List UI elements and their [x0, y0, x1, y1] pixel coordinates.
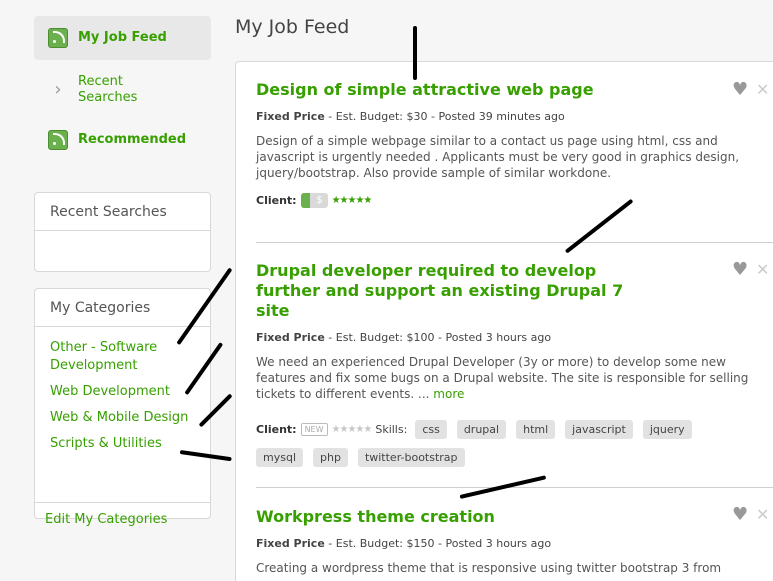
- nav-item-label: Recommended: [78, 132, 187, 147]
- rss-icon: [48, 28, 68, 48]
- close-icon[interactable]: ✕: [756, 82, 769, 98]
- skill-tag[interactable]: mysql: [256, 448, 303, 467]
- skills-row: mysql php twitter-bootstrap: [256, 448, 773, 467]
- heart-icon[interactable]: ♥: [732, 506, 749, 524]
- skill-tag[interactable]: php: [313, 448, 348, 467]
- close-icon[interactable]: ✕: [756, 262, 769, 278]
- client-label: Client:: [256, 194, 297, 207]
- job-type: Fixed Price: [256, 331, 325, 344]
- more-link[interactable]: more: [433, 387, 464, 401]
- recent-searches-title: Recent Searches: [35, 193, 210, 231]
- nav-item-label: Recent Searches: [78, 74, 138, 105]
- nav-item-my-job-feed[interactable]: My Job Feed: [34, 16, 211, 60]
- job-budget-posted: - Est. Budget: $150 - Posted 3 hours ago: [324, 537, 552, 550]
- job-title[interactable]: Workpress theme creation: [256, 507, 656, 527]
- heart-icon[interactable]: ♥: [732, 81, 749, 99]
- nav-item-recommended[interactable]: Recommended: [34, 120, 211, 160]
- client-rating-stars: ★★★★★: [331, 195, 373, 206]
- heart-icon[interactable]: ♥: [732, 261, 749, 279]
- category-link[interactable]: Other - Software Development: [35, 339, 210, 375]
- job-meta: Fixed Price - Est. Budget: $30 - Posted …: [256, 110, 773, 123]
- skill-tag[interactable]: drupal: [456, 420, 507, 439]
- nav-item-label: My Job Feed: [78, 30, 167, 45]
- job-feed: Design of simple attractive web page Fix…: [235, 61, 773, 581]
- skill-tag[interactable]: html: [516, 420, 556, 439]
- skill-tag[interactable]: javascript: [565, 420, 633, 439]
- client-skills-row: Client: NEW ★★★★★ Skills: css drupal htm…: [256, 420, 702, 439]
- annotation-stroke: [413, 26, 417, 80]
- job-divider: [256, 242, 773, 243]
- nav-item-recent-searches[interactable]: › Recent Searches: [34, 60, 211, 120]
- recent-searches-panel: Recent Searches: [34, 192, 211, 272]
- category-list: Other - Software Development Web Develop…: [35, 327, 210, 503]
- rss-icon: [48, 130, 68, 150]
- job-meta: Fixed Price - Est. Budget: $150 - Posted…: [256, 537, 773, 550]
- job-title[interactable]: Drupal developer required to develop fur…: [256, 261, 656, 321]
- skill-tag[interactable]: jquery: [642, 420, 692, 439]
- left-nav: My Job Feed › Recent Searches Recommende…: [34, 16, 211, 160]
- my-categories-panel: My Categories Other - Software Developme…: [34, 288, 211, 527]
- job-budget-posted: - Est. Budget: $100 - Posted 3 hours ago: [324, 331, 552, 344]
- job-description: Creating a wordpress theme that is respo…: [256, 561, 722, 575]
- client-info: Client: NEW ★★★★★ Skills: css drupal htm…: [256, 420, 773, 467]
- skill-tag[interactable]: css: [415, 420, 447, 439]
- client-rating-stars: ★★★★★: [331, 424, 373, 435]
- job-meta: Fixed Price - Est. Budget: $100 - Posted…: [256, 331, 773, 344]
- job-card: Design of simple attractive web page Fix…: [256, 80, 773, 208]
- edit-categories-link[interactable]: Edit My Categories: [35, 503, 210, 536]
- job-budget-posted: - Est. Budget: $30 - Posted 39 minutes a…: [324, 110, 565, 123]
- job-description: Design of a simple webpage similar to a …: [256, 134, 740, 180]
- job-description-text: We need an experienced Drupal Developer …: [256, 355, 749, 401]
- job-type: Fixed Price: [256, 110, 325, 123]
- client-info: Client: $ ★★★★★: [256, 193, 773, 208]
- skill-tag[interactable]: twitter-bootstrap: [357, 448, 465, 467]
- payment-symbol: $: [316, 195, 323, 206]
- chevron-right-icon: ›: [54, 79, 62, 100]
- job-divider: [256, 487, 773, 488]
- client-label: Client:: [256, 423, 297, 436]
- skills-label: Skills:: [375, 423, 408, 436]
- job-title[interactable]: Design of simple attractive web page: [256, 80, 656, 100]
- page-title: My Job Feed: [235, 16, 350, 38]
- job-type: Fixed Price: [256, 537, 325, 550]
- payment-verified-icon: $: [300, 193, 328, 208]
- job-description: We need an experienced Drupal Developer …: [256, 354, 773, 402]
- new-client-badge: NEW: [300, 423, 328, 436]
- job-card: Workpress theme creation Fixed Price - E…: [256, 507, 773, 576]
- category-link[interactable]: Web & Mobile Design: [35, 409, 210, 427]
- job-card: Drupal developer required to develop fur…: [256, 261, 773, 467]
- close-icon[interactable]: ✕: [756, 507, 769, 523]
- my-categories-title: My Categories: [35, 289, 210, 327]
